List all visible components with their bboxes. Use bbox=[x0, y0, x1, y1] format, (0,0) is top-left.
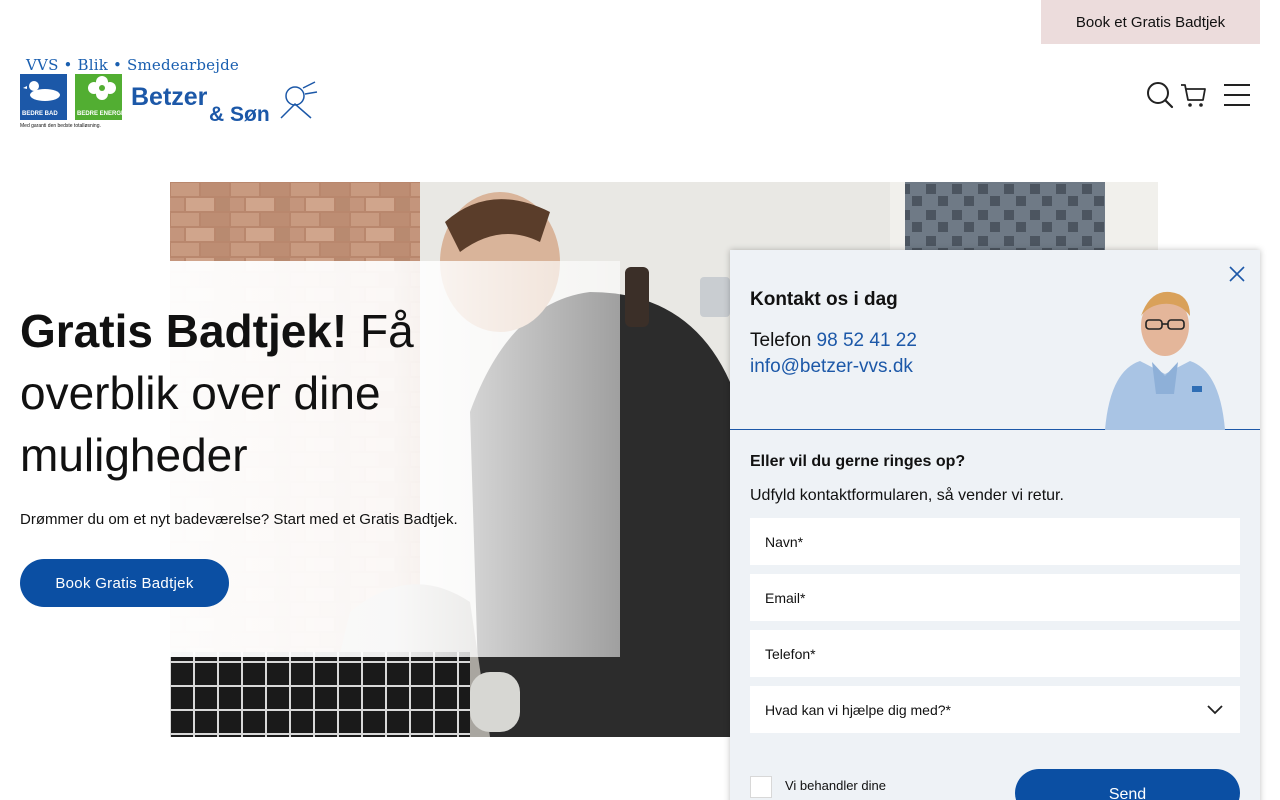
help-select-value: Hvad kan vi hjælpe dig med?* bbox=[765, 701, 951, 718]
phone-label: Telefon bbox=[750, 330, 817, 351]
help-select[interactable]: Hvad kan vi hjælpe dig med?* bbox=[750, 686, 1240, 733]
chevron-down-icon bbox=[1207, 705, 1223, 715]
logo-name: Betzer bbox=[131, 83, 208, 111]
consent-text: Vi behandler dine bbox=[785, 778, 886, 793]
bedre-energi-label: BEDRE ENERGI bbox=[77, 111, 123, 117]
duck-icon bbox=[23, 81, 60, 101]
email-link[interactable]: info@betzer-vvs.dk bbox=[750, 356, 913, 378]
mascot-icon bbox=[280, 81, 318, 119]
book-gratis-badtjek-button[interactable]: Book Gratis Badtjek bbox=[20, 559, 229, 607]
callback-heading: Eller vil du gerne ringes op? bbox=[750, 453, 966, 470]
email-field-placeholder: Email* bbox=[765, 589, 806, 606]
contact-person-photo bbox=[1105, 291, 1225, 430]
email-field[interactable]: Email* bbox=[750, 574, 1240, 621]
send-button[interactable]: Send bbox=[1015, 769, 1240, 800]
bedre-bad-label: BEDRE BAD bbox=[22, 111, 58, 117]
consent-checkbox[interactable] bbox=[750, 776, 772, 798]
contact-panel: Kontakt os i dag Telefon 98 52 41 22 inf… bbox=[730, 250, 1260, 800]
book-badtjek-top-button[interactable]: Book et Gratis Badtjek bbox=[1041, 0, 1260, 44]
logo[interactable]: VVS • Blik • Smedearbejde BEDRE BAD BEDR… bbox=[20, 56, 320, 134]
phone-field-placeholder: Telefon* bbox=[765, 645, 816, 662]
contact-panel-header: Kontakt os i dag Telefon 98 52 41 22 inf… bbox=[730, 250, 1260, 430]
page: Book et Gratis Badtjek VVS • Blik • Smed… bbox=[0, 0, 1280, 800]
hero-title-bold: Gratis Badtjek! bbox=[20, 305, 348, 357]
cart-icon[interactable] bbox=[1179, 80, 1209, 110]
callback-subtitle: Udfyld kontaktformularen, så vender vi r… bbox=[750, 487, 1064, 504]
flower-icon bbox=[88, 76, 116, 100]
menu-icon[interactable] bbox=[1222, 80, 1252, 110]
bedre-bad-badge: BEDRE BAD bbox=[20, 74, 67, 120]
name-field[interactable]: Navn* bbox=[750, 518, 1240, 565]
logo-subline: Med garanti den bedste totalløsning. bbox=[20, 123, 101, 129]
hero-subtitle: Drømmer du om et nyt badeværelse? Start … bbox=[20, 511, 458, 528]
bedre-energi-badge: BEDRE ENERGI bbox=[75, 74, 123, 120]
phone-link[interactable]: 98 52 41 22 bbox=[817, 330, 917, 351]
phone-field[interactable]: Telefon* bbox=[750, 630, 1240, 677]
close-icon[interactable] bbox=[1227, 264, 1247, 284]
name-field-placeholder: Navn* bbox=[765, 533, 804, 550]
search-icon[interactable] bbox=[1145, 80, 1175, 110]
hero-title: Gratis Badtjek! Få overblik over dine mu… bbox=[20, 300, 480, 486]
logo-name-suffix: & Søn bbox=[209, 103, 270, 126]
logo-tagline: VVS • Blik • Smedearbejde bbox=[26, 56, 239, 74]
contact-heading: Kontakt os i dag bbox=[750, 289, 898, 310]
contact-phone: Telefon 98 52 41 22 bbox=[750, 330, 917, 352]
